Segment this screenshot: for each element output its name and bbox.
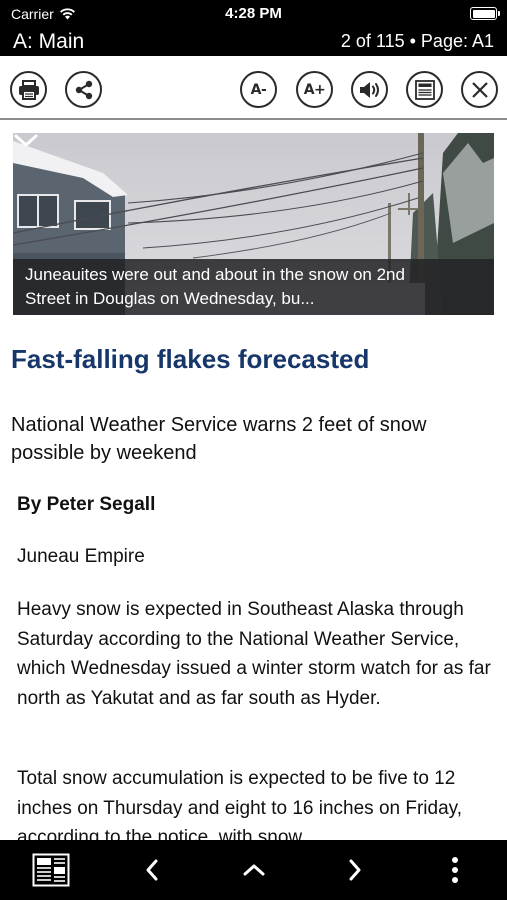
article-photo[interactable]: Juneauites were out and about in the sno… <box>13 133 494 315</box>
share-button[interactable] <box>65 71 102 108</box>
chevron-up-icon <box>243 864 265 876</box>
print-button[interactable] <box>10 71 47 108</box>
printer-icon <box>18 79 39 100</box>
previous-article-button[interactable] <box>132 840 172 900</box>
photo-caption[interactable]: Juneauites were out and about in the sno… <box>13 259 494 315</box>
section-up-button[interactable] <box>233 840 275 900</box>
increase-font-button[interactable]: A+ <box>296 71 333 108</box>
next-article-button[interactable] <box>335 840 375 900</box>
article-paragraph: Heavy snow is expected in Southeast Alas… <box>17 599 491 709</box>
decrease-font-label: A- <box>250 81 267 98</box>
title-bar: A: Main 2 of 115 • Page: A1 <box>0 28 507 56</box>
newspaper-icon <box>414 79 435 100</box>
page-thumbnails-icon <box>32 853 70 887</box>
page-thumbnails-button[interactable] <box>28 840 74 900</box>
more-vertical-icon <box>452 857 458 883</box>
chevron-left-icon <box>146 859 158 881</box>
article-paragraph: Total snow accumulation is expected to b… <box>17 768 463 840</box>
speaker-icon <box>359 81 379 98</box>
decrease-font-button[interactable]: A- <box>240 71 277 108</box>
article-source: Juneau Empire <box>17 546 145 567</box>
increase-font-label: A+ <box>303 81 326 98</box>
bottom-navigation-bar <box>0 840 507 900</box>
battery-icon <box>470 7 500 20</box>
more-options-button[interactable] <box>440 840 470 900</box>
article-content[interactable]: Juneauites were out and about in the sno… <box>0 120 507 840</box>
section-title[interactable]: A: Main <box>13 30 84 54</box>
audio-button[interactable] <box>351 71 388 108</box>
close-icon <box>471 81 488 98</box>
article-subheadline: National Weather Service warns 2 feet of… <box>11 414 427 464</box>
status-bar: Carrier 4:28 PM <box>0 0 507 28</box>
page-view-button[interactable] <box>406 71 443 108</box>
clock: 4:28 PM <box>225 5 282 22</box>
article-byline: By Peter Segall <box>17 494 156 515</box>
article-toolbar: A- A+ <box>0 56 507 120</box>
chevron-right-icon <box>349 859 361 881</box>
chevron-down-icon[interactable] <box>13 133 39 149</box>
share-icon <box>75 80 92 99</box>
close-button[interactable] <box>461 71 498 108</box>
article-headline: Fast-falling flakes forecasted <box>11 344 370 374</box>
page-indicator: 2 of 115 • Page: A1 <box>340 31 494 51</box>
